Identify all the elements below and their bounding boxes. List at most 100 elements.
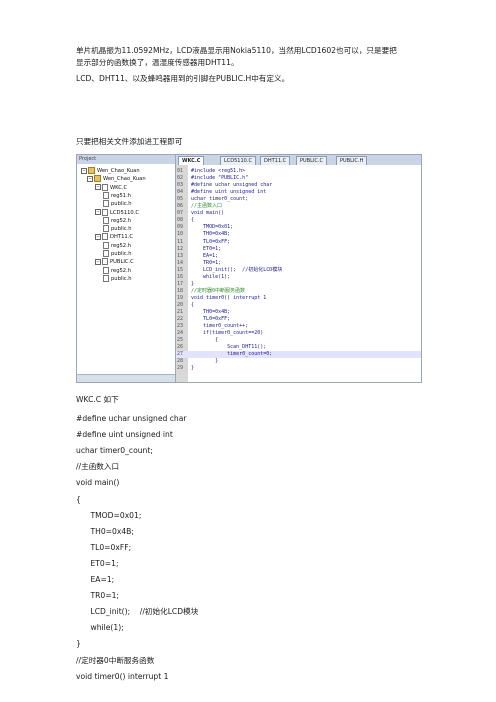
code-line: 28 } bbox=[176, 358, 421, 364]
project-tree-label: Wen_Chao_Kuan bbox=[103, 176, 146, 183]
listing-line: LCD_init(); //初始化LCD模块 bbox=[76, 607, 199, 617]
code-text: } bbox=[188, 365, 195, 372]
project-tree-item[interactable]: − DHT11.C bbox=[95, 233, 133, 241]
expand-toggle-icon[interactable]: − bbox=[95, 233, 101, 240]
project-tree-item[interactable]: reg52.h bbox=[103, 266, 132, 275]
expand-toggle-icon[interactable]: − bbox=[95, 209, 101, 215]
listing-line: void main() bbox=[76, 478, 120, 488]
project-tree-label: reg52.h bbox=[111, 267, 132, 274]
line-number: 12 bbox=[177, 245, 184, 252]
code-text: { bbox=[188, 301, 195, 308]
project-tree-item[interactable]: reg51.h bbox=[103, 191, 132, 200]
code-text: LCD_init(); //初始化LCD模块 bbox=[188, 266, 283, 273]
file-icon bbox=[103, 274, 109, 282]
code-line: 19 void timer0() interrupt 1 bbox=[176, 295, 421, 301]
code-text: if(timer0_count==20) bbox=[188, 330, 264, 337]
code-text: //主函数入口 bbox=[188, 203, 223, 210]
code-text: #define uint unsigned int bbox=[188, 189, 267, 196]
code-text: ET0=1; bbox=[188, 245, 222, 252]
project-tree-label: LCD5110.C bbox=[110, 209, 139, 216]
code-text: } bbox=[188, 358, 219, 365]
project-tree-label: reg52.h bbox=[111, 217, 132, 224]
code-text: void timer0() interrupt 1 bbox=[188, 294, 267, 301]
line-number: 17 bbox=[177, 280, 184, 287]
expand-toggle-icon[interactable]: − bbox=[87, 175, 93, 182]
code-text: TMOD=0x01; bbox=[188, 224, 234, 231]
code-text: } bbox=[188, 280, 195, 287]
file-icon bbox=[102, 208, 108, 216]
code-text: TH0=0x4B; bbox=[188, 309, 231, 315]
intro-line-3: LCD、DHT11、以及蜂鸣器用到的引脚在PUBLIC.H中有定义。 bbox=[76, 74, 290, 83]
listing-line: { bbox=[76, 494, 81, 504]
project-tree-item[interactable]: − PUBLIC.C bbox=[95, 258, 134, 266]
code-line: 21 TH0=0x4B; bbox=[176, 309, 421, 315]
intro-line-2: 显示部分的函数换了，温湿度传感器用DHT11。 bbox=[76, 58, 239, 67]
project-tree-item[interactable]: reg52.h bbox=[103, 216, 132, 225]
code-line: 07 void main() bbox=[176, 210, 421, 216]
file-icon bbox=[102, 183, 108, 191]
project-tree-label: public.h bbox=[111, 226, 132, 233]
project-tree-label: DHT11.C bbox=[110, 234, 133, 241]
listing-line: void timer0() interrupt 1 bbox=[76, 671, 169, 681]
line-number: 24 bbox=[177, 330, 184, 337]
code-line: 26 Scan_DHT11(); bbox=[176, 344, 421, 350]
project-tree-label: public.h bbox=[111, 201, 132, 208]
listing-heading: WKC.C 如下 bbox=[76, 395, 119, 404]
project-tree-item[interactable]: public.h bbox=[103, 225, 132, 233]
project-tree-item[interactable]: − LCD5110.C bbox=[95, 208, 139, 217]
code-text: Scan_DHT11(); bbox=[188, 344, 267, 351]
project-panel-title: Project bbox=[77, 155, 175, 164]
code-text: { bbox=[188, 337, 219, 344]
project-tree-item[interactable]: public.h bbox=[103, 250, 132, 258]
project-tree-item[interactable]: reg52.h bbox=[103, 241, 132, 250]
project-tree-label: public.h bbox=[111, 251, 132, 257]
line-number: 02 bbox=[177, 175, 184, 182]
project-tree-item[interactable]: − Wen_Chao_Kuan bbox=[87, 175, 146, 183]
line-number: 20 bbox=[177, 301, 184, 308]
project-tree-label: reg51.h bbox=[111, 192, 132, 199]
listing-line: TR0=1; bbox=[76, 591, 119, 601]
expand-toggle-icon[interactable]: − bbox=[95, 184, 101, 191]
file-icon bbox=[103, 191, 109, 199]
code-text: TL0=0xFF; bbox=[188, 238, 231, 245]
line-number: 10 bbox=[177, 231, 184, 238]
file-icon bbox=[103, 200, 109, 208]
code-text: #include "PUBLIC.h" bbox=[188, 175, 249, 182]
listing-line: uchar timer0_count; bbox=[76, 446, 153, 456]
intro-line-4: 只要把相关文件添加进工程即可 bbox=[76, 137, 183, 146]
line-number: 01 bbox=[177, 168, 184, 174]
project-tree-item[interactable]: − WKC.C bbox=[95, 183, 127, 192]
project-tree-label: reg52.h bbox=[111, 242, 132, 249]
expand-toggle-icon[interactable]: − bbox=[81, 167, 87, 174]
line-number: 04 bbox=[177, 189, 184, 196]
code-text: #define uchar unsigned char bbox=[188, 182, 273, 189]
line-number: 06 bbox=[177, 203, 184, 210]
code-line: 05 uchar timer0_count; bbox=[176, 196, 421, 202]
line-number: 11 bbox=[177, 238, 184, 245]
project-panel: Project − Wen_Chao_Kuan − Wen_Chao_Kuan − WKC… bbox=[77, 155, 176, 382]
line-number: 16 bbox=[177, 273, 184, 280]
project-tree-item[interactable]: − Wen_Chao_Kuan bbox=[81, 167, 140, 175]
code-line: 13 EA=1; bbox=[176, 253, 421, 259]
line-number: 26 bbox=[177, 344, 184, 351]
code-text: while(1); bbox=[188, 273, 231, 280]
code-text: TR0=1; bbox=[188, 259, 222, 266]
listing-line: #define uchar unsigned char bbox=[76, 414, 187, 423]
code-line: 14 TR0=1; bbox=[176, 260, 421, 266]
file-icon bbox=[103, 225, 109, 233]
line-number: 15 bbox=[177, 266, 184, 273]
listing-line: //主函数入口 bbox=[76, 462, 120, 472]
listing-line: ET0=1; bbox=[76, 558, 119, 568]
listing-line: #define uint unsigned int bbox=[76, 430, 173, 440]
line-number: 03 bbox=[177, 182, 184, 189]
code-line: 29 } bbox=[176, 365, 421, 371]
code-text: TL0=0xFF; bbox=[188, 316, 231, 323]
project-tree-item[interactable]: public.h bbox=[103, 200, 132, 208]
code-line: 10 TH0=0x4B; bbox=[176, 231, 421, 237]
listing-line: while(1); bbox=[76, 623, 124, 633]
code-line: 03 #define uchar unsigned char bbox=[176, 182, 421, 188]
project-tree-item[interactable]: public.h bbox=[103, 274, 132, 283]
expand-toggle-icon[interactable]: − bbox=[95, 258, 101, 265]
code-line: 04 #define uint unsigned int bbox=[176, 189, 421, 195]
line-number: 13 bbox=[177, 252, 184, 259]
